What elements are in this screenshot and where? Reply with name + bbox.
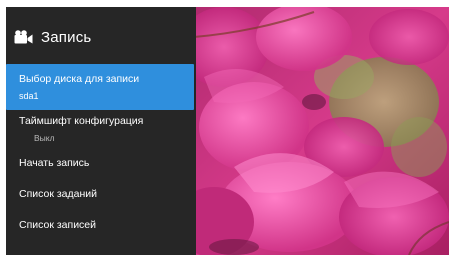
menu-item-start-recording[interactable]: Начать запись xyxy=(6,152,194,178)
menu-item-label: Список записей xyxy=(19,219,97,231)
recording-menu-panel: Запись Выбор диска для записи sda1 Таймш… xyxy=(6,7,196,255)
menu-item-value: Выкл xyxy=(34,133,55,143)
background-flower-photo xyxy=(194,7,449,255)
menu-item-timeshift-config[interactable]: Таймшифт конфигурация Выкл xyxy=(6,111,194,151)
menu-item-select-disk[interactable]: Выбор диска для записи sda1 xyxy=(6,64,194,110)
menu-item-label: Начать запись xyxy=(19,157,90,169)
menu-item-value: sda1 xyxy=(19,91,39,101)
menu-item-label: Выбор диска для записи xyxy=(19,73,140,85)
video-camera-icon xyxy=(14,30,33,44)
menu-item-task-list[interactable]: Список заданий xyxy=(6,183,194,209)
tv-screen: Запись Выбор диска для записи sda1 Таймш… xyxy=(6,7,449,255)
menu-item-label: Таймшифт конфигурация xyxy=(19,115,144,127)
menu-item-label: Список заданий xyxy=(19,188,98,200)
page-title: Запись xyxy=(41,28,92,46)
menu-item-recordings-list[interactable]: Список записей xyxy=(6,214,194,240)
menu-header: Запись xyxy=(14,26,91,48)
